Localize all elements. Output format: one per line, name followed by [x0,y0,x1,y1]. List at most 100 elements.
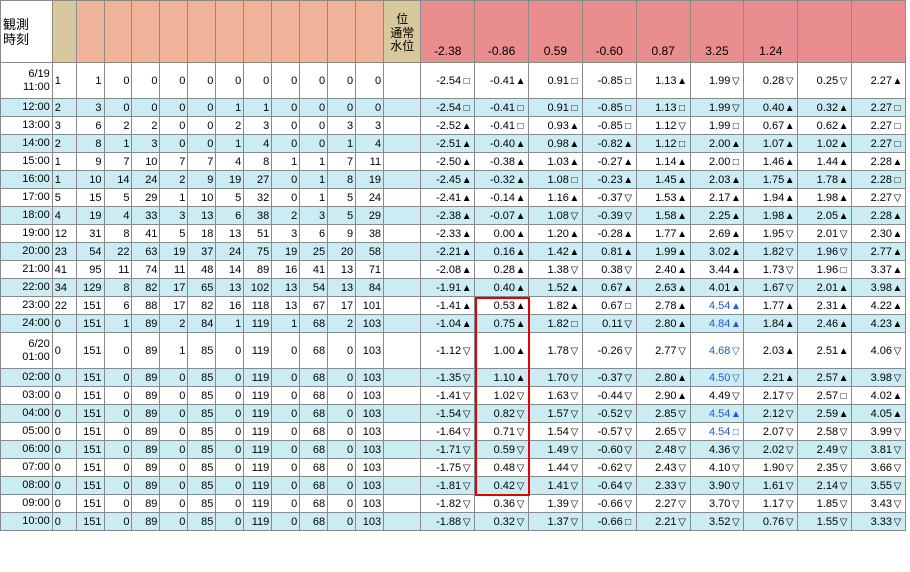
rainfall-cell: 0 [299,134,329,153]
trend-marker-icon: ▽ [462,372,471,384]
rainfall-cell: 0 [327,494,357,513]
water-level-value: 2.77 [870,245,892,258]
water-level-cell: 4.22▲ [851,296,906,315]
water-level-value: 3.55 [870,479,892,492]
trend-marker-icon: ▽ [678,498,686,510]
water-level-cell: 2.27▲ [851,62,906,99]
water-level-value: 3.66 [870,461,892,474]
water-level-cell: 2.21 ▽ [635,512,691,531]
rainfall-cell: 7 [327,152,357,171]
water-level-value: 1.39 [547,497,569,510]
trend-marker-icon: ▲ [515,282,526,294]
water-level-value: 0.81 [601,245,623,258]
rainfall-cell: 13 [271,278,301,297]
trend-marker-icon: ▲ [784,372,795,384]
water-level-cell: 0.53▲ [474,296,530,315]
water-level-cell: -0.38▲ [474,152,530,171]
water-level-value: 1.45 [655,173,677,186]
rainfall-cell: 1 [51,170,77,189]
water-level-value: 1.95 [762,227,785,240]
trend-marker-icon: ▽ [516,408,525,420]
table-row: 20:00 23 54 22 63 19 37 24 75 19 25 20 58 -2.21▲ 0.16▲… [0,242,906,261]
rainfall-cell: 8 [75,134,105,153]
rainfall-cell: 3 [243,116,273,135]
rainfall-cell: 0 [103,512,133,531]
water-level-value: -0.26 [597,344,623,357]
water-level-value: 1.99 [708,74,731,87]
observation-time: 21:00 [0,260,53,279]
trend-marker-icon: ▽ [678,426,686,438]
water-level-cell: 0.62▲ [797,116,853,135]
water-level-value: 2.90 [655,389,677,402]
rainfall-cell: 0 [103,332,133,369]
water-level-cell: 3.33 ▽ [851,512,906,531]
observation-time: 03:00 [0,386,53,405]
water-level-value: 1.00 [493,344,516,357]
water-level-cell: -0.82▲ [581,134,637,153]
table-row: 24:00 0 151 1 89 2 84 1 119 1 68 2 103 -1.04▲ 0.75▲ 1.8… [0,314,906,333]
water-level-cell: -0.07▲ [474,206,530,225]
water-level-cell: 1.44▲ [797,152,853,171]
rainfall-cell: 34 [51,278,77,297]
water-level-value: 1.52 [547,281,569,294]
trend-marker-icon: ▲ [892,264,903,276]
rainfall-cell: 27 [243,170,273,189]
water-level-value: 3.98 [870,371,892,384]
water-level-value: -1.41 [436,299,462,312]
water-level-value: -1.75 [436,461,462,474]
water-level-value: 1.90 [762,461,785,474]
rainfall-cell: 151 [75,458,105,477]
rainfall-cell: 68 [299,512,329,531]
trend-marker-icon: ▲ [515,156,526,168]
water-level-cell: 2.27 □ [851,134,906,153]
rainfall-cell: 0 [159,386,189,405]
water-level-cell: 0.25 ▽ [797,62,853,99]
rainfall-cell: 3 [75,98,105,117]
rainfall-cell: 102 [243,278,273,297]
water-level-cell: 3.90 ▽ [689,476,745,495]
rainfall-cell: 89 [131,368,161,387]
rainfall-cell: 0 [299,116,329,135]
trend-marker-icon: ▲ [838,282,849,294]
rainfall-cell: 1 [159,188,189,207]
water-level-value: 0.28 [762,74,785,87]
water-level-cell: 2.31▲ [797,296,853,315]
water-level-cell: -0.64 ▽ [581,476,637,495]
water-level-value: 1.82 [762,245,785,258]
rainfall-cell: 6 [103,296,133,315]
table-row: 16:00 1 10 14 24 2 9 19 27 0 1 8 19 -2.45▲ -0.32▲ 1.08 □… [0,170,906,189]
rainfall-cell: 13 [215,278,245,297]
table-row: 15:00 1 9 7 10 7 7 4 8 1 1 7 11 -2.50▲ -0.38▲ 1.03▲ -0.2… [0,152,906,171]
normal-level-cell [383,296,422,315]
rainfall-cell: 31 [75,224,105,243]
trend-marker-icon: ▽ [624,462,633,474]
trend-marker-icon: ▲ [569,138,580,150]
water-level-cell: 4.23▲ [851,314,906,333]
rainfall-cell: 68 [299,314,329,333]
rainfall-cell: 19 [215,170,245,189]
rainfall-cell: 4 [215,152,245,171]
trend-marker-icon: ▽ [893,498,902,510]
trend-marker-icon: ▽ [732,516,740,528]
water-level-cell: 3.70 ▽ [689,494,745,513]
trend-marker-icon: ▽ [516,462,525,474]
trend-marker-icon: ▽ [785,444,794,456]
rainfall-cell: 0 [51,458,77,477]
water-level-cell: 1.10▲ [474,368,530,387]
rainfall-cell: 151 [75,296,105,315]
observation-time: 16:00 [0,170,53,189]
water-level-value: 2.28 [870,209,892,222]
water-level-value: 0.40 [762,101,785,114]
water-level-cell: 1.08 □ [528,170,583,189]
rainfall-cell: 68 [299,440,329,459]
trend-marker-icon: ▲ [838,102,849,114]
rainfall-cell: 0 [159,404,189,423]
water-level-value: -2.33 [436,227,462,240]
trend-marker-icon: □ [571,318,578,330]
trend-marker-icon: ▲ [730,300,741,312]
trend-marker-icon: ▲ [784,345,795,357]
trend-marker-icon: ▽ [893,345,902,357]
water-level-value: 2.07 [762,425,785,438]
water-level-cell: 1.99▲ [635,242,691,261]
rainfall-cell: 68 [299,404,329,423]
